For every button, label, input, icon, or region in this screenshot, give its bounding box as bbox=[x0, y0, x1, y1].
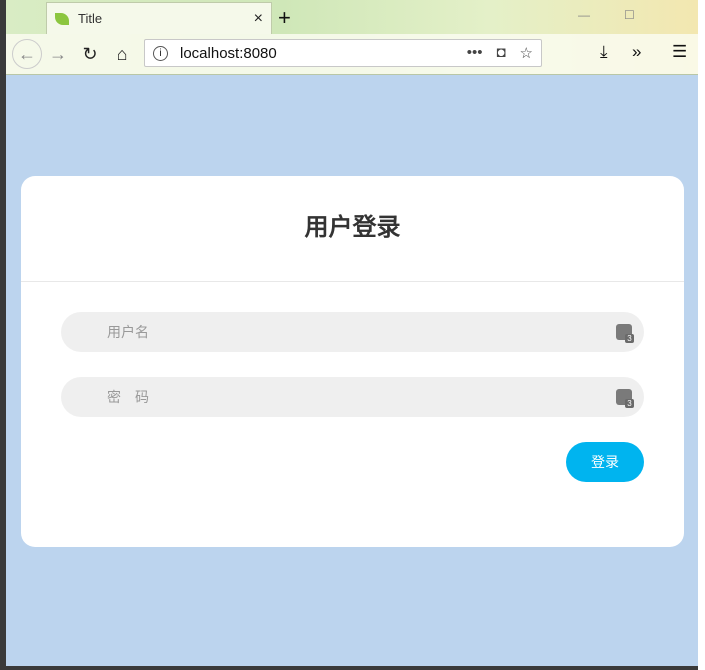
login-title: 用户登录 bbox=[21, 176, 684, 282]
login-button[interactable]: 登录 bbox=[566, 442, 644, 482]
maximize-icon[interactable]: ☐ bbox=[624, 8, 635, 22]
browser-chrome: Title × + — ☐ ← → ↻ ⌂ i localhost:8080 •… bbox=[6, 0, 698, 75]
password-manager-icon[interactable] bbox=[616, 389, 634, 408]
bookmark-star-icon[interactable]: ☆ bbox=[520, 44, 533, 62]
password-field[interactable] bbox=[61, 377, 644, 417]
overflow-icon[interactable]: » bbox=[632, 42, 641, 62]
leaf-favicon-icon bbox=[55, 12, 69, 25]
back-button-icon[interactable]: ← bbox=[12, 39, 42, 69]
nav-bar: ← → ↻ ⌂ i localhost:8080 ••• ◘ ☆ ⤓ » ☰ bbox=[6, 34, 698, 74]
new-tab-button[interactable]: + bbox=[278, 5, 291, 31]
close-tab-icon[interactable]: × bbox=[254, 10, 263, 28]
forward-button-icon[interactable]: → bbox=[42, 44, 74, 65]
tab-label: Title bbox=[78, 11, 103, 26]
download-icon[interactable]: ⤓ bbox=[600, 42, 608, 62]
username-field[interactable] bbox=[61, 312, 644, 352]
info-icon[interactable]: i bbox=[153, 45, 168, 61]
login-card: 用户登录 登录 bbox=[21, 176, 684, 547]
password-manager-icon[interactable] bbox=[616, 324, 634, 343]
pocket-icon[interactable]: ◘ bbox=[496, 44, 505, 62]
url-bar[interactable]: i localhost:8080 ••• ◘ ☆ bbox=[144, 39, 542, 67]
minimize-icon[interactable]: — bbox=[578, 8, 590, 22]
browser-window: Title × + — ☐ ← → ↻ ⌂ i localhost:8080 •… bbox=[6, 0, 698, 666]
home-icon[interactable]: ⌂ bbox=[106, 44, 138, 65]
username-input[interactable] bbox=[107, 324, 616, 340]
more-icon[interactable]: ••• bbox=[467, 44, 483, 62]
url-text: localhost:8080 bbox=[180, 44, 277, 62]
background-window-edge bbox=[698, 0, 705, 670]
menu-icon[interactable]: ☰ bbox=[672, 42, 687, 62]
password-input[interactable] bbox=[107, 389, 616, 405]
reload-icon[interactable]: ↻ bbox=[74, 44, 106, 65]
tab-title[interactable]: Title × bbox=[46, 2, 272, 34]
